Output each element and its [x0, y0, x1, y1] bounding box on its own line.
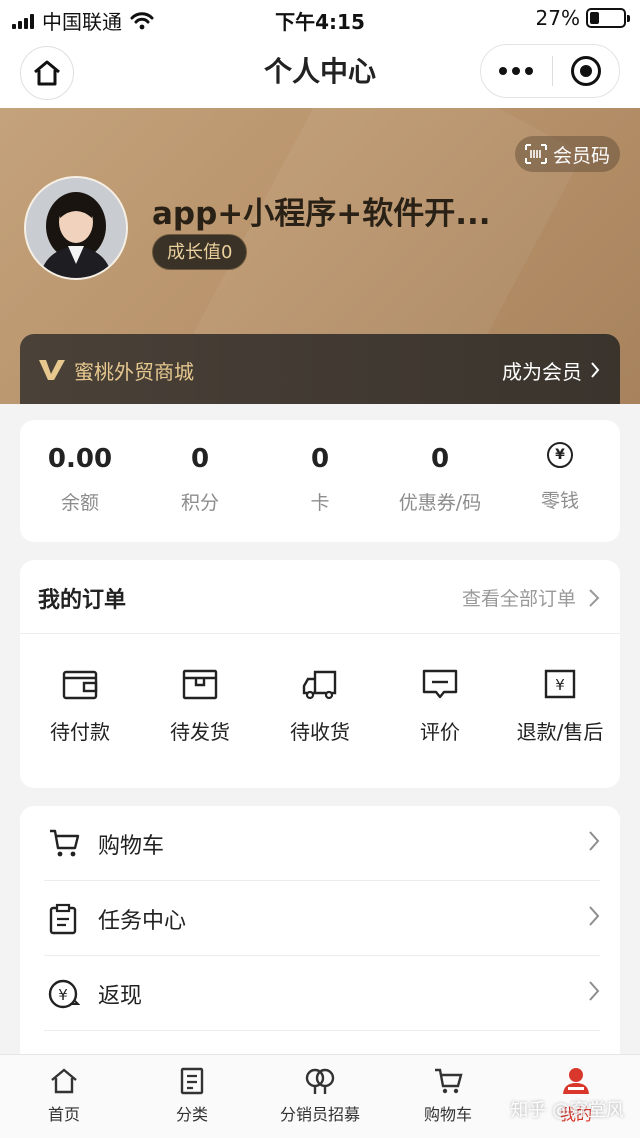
comment-icon [422, 669, 458, 699]
chevron-right-icon [589, 588, 600, 607]
growth-value-badge[interactable]: 成长值0 [152, 234, 248, 270]
yuan-coin-icon: ¥ [547, 442, 573, 468]
tab-label: 分销员招募 [279, 1105, 360, 1124]
member-code-label: 会员码 [552, 144, 610, 167]
vip-banner[interactable]: 蜜桃外贸商城 成为会员 [20, 334, 620, 404]
status-bar: 中国联通 下午4:15 27% [0, 0, 640, 36]
asset-coupons[interactable]: 0 优惠券/码 [380, 420, 500, 515]
cashback-icon: ¥ [48, 979, 80, 1009]
target-icon [570, 56, 601, 86]
nav-bar: 个人中心 [0, 36, 640, 108]
clipboard-icon [49, 903, 77, 935]
order-label: 退款/售后 [516, 720, 604, 744]
avatar[interactable] [24, 176, 128, 280]
asset-label: 卡 [310, 492, 330, 514]
tab-distributor[interactable]: 分销员招募 [256, 1067, 384, 1125]
order-pending-receipt[interactable]: 待收货 [260, 668, 380, 745]
barcode-icon [524, 144, 547, 164]
tab-label: 购物车 [423, 1105, 472, 1124]
shop-name: 蜜桃外贸商城 [74, 359, 194, 384]
menu-card: 购物车 任务中心 ¥ 返现 [20, 806, 620, 1066]
orders-card: 我的订单 查看全部订单 待付款 待发货 待收货 评价 ¥ 退款/售后 [20, 560, 620, 788]
svg-text:¥: ¥ [555, 676, 565, 694]
view-all-orders-link[interactable]: 查看全部订单 [462, 584, 600, 611]
distributor-icon [305, 1068, 335, 1094]
asset-label: 优惠券/码 [398, 492, 482, 514]
order-refund[interactable]: ¥ 退款/售后 [500, 668, 620, 745]
miniprogram-capsule [480, 44, 620, 98]
become-member-link[interactable]: 成为会员 [502, 356, 600, 385]
order-pending-shipment[interactable]: 待发货 [140, 668, 260, 745]
package-icon [182, 669, 218, 700]
asset-value: 0 [430, 444, 450, 474]
tab-label: 首页 [47, 1105, 80, 1124]
asset-value: 0 [190, 444, 210, 474]
refund-icon: ¥ [544, 669, 576, 699]
chevron-right-icon [591, 362, 600, 378]
battery-icon [586, 8, 630, 28]
asset-label: 零钱 [540, 490, 579, 512]
view-all-label: 查看全部订单 [461, 588, 576, 610]
tab-category[interactable]: 分类 [128, 1067, 256, 1125]
asset-change[interactable]: ¥ 零钱 [500, 420, 620, 513]
asset-value: 0.00 [47, 444, 113, 474]
profile-header: 会员码 app+小程序+软件开... 成长值0 蜜桃外贸商城 成为会员 [0, 108, 640, 404]
truck-icon [302, 670, 337, 700]
menu-item-cart[interactable]: 购物车 [44, 806, 600, 881]
close-miniprogram-button[interactable] [553, 56, 619, 86]
asset-balance[interactable]: 0.00 余额 [20, 420, 140, 515]
chevron-right-icon [589, 831, 600, 851]
username: app+小程序+软件开... [152, 196, 491, 232]
menu-item-task-center[interactable]: 任务中心 [44, 881, 600, 956]
category-icon [180, 1067, 204, 1095]
watermark: 知乎 @穿堂风 [510, 1100, 624, 1121]
order-label: 待付款 [50, 720, 110, 744]
menu-label: 返现 [98, 984, 143, 1009]
menu-label: 购物车 [98, 834, 165, 859]
order-label: 待发货 [170, 720, 230, 744]
orders-header: 我的订单 查看全部订单 [20, 560, 620, 634]
cart-icon [435, 1068, 463, 1094]
wallet-icon [62, 670, 98, 700]
user-icon [563, 1068, 589, 1094]
become-member-label: 成为会员 [502, 359, 582, 384]
asset-label: 积分 [180, 492, 219, 514]
asset-points[interactable]: 0 积分 [140, 420, 260, 515]
vip-v-icon [39, 360, 65, 380]
asset-value: 0 [310, 444, 330, 474]
battery-percent: 27% [535, 6, 580, 30]
menu-item-cashback[interactable]: ¥ 返现 [44, 956, 600, 1031]
chevron-right-icon [589, 981, 600, 1001]
home-icon [51, 1068, 77, 1094]
asset-cards[interactable]: 0 卡 [260, 420, 380, 515]
order-review[interactable]: 评价 [380, 668, 500, 745]
tab-home[interactable]: 首页 [0, 1067, 128, 1125]
chevron-right-icon [589, 906, 600, 926]
svg-text:¥: ¥ [58, 986, 68, 1004]
tab-cart[interactable]: 购物车 [384, 1067, 512, 1125]
more-button[interactable] [481, 67, 552, 75]
asset-label: 余额 [60, 492, 99, 514]
cart-icon [50, 829, 80, 857]
order-label: 评价 [420, 720, 460, 744]
tab-label: 分类 [175, 1105, 208, 1124]
menu-label: 任务中心 [98, 909, 187, 934]
order-label: 待收货 [290, 720, 350, 744]
orders-title: 我的订单 [38, 588, 127, 613]
member-code-button[interactable]: 会员码 [514, 136, 620, 172]
order-pending-payment[interactable]: 待付款 [20, 668, 140, 745]
assets-card: 0.00 余额 0 积分 0 卡 0 优惠券/码 ¥ 零钱 [20, 420, 620, 542]
